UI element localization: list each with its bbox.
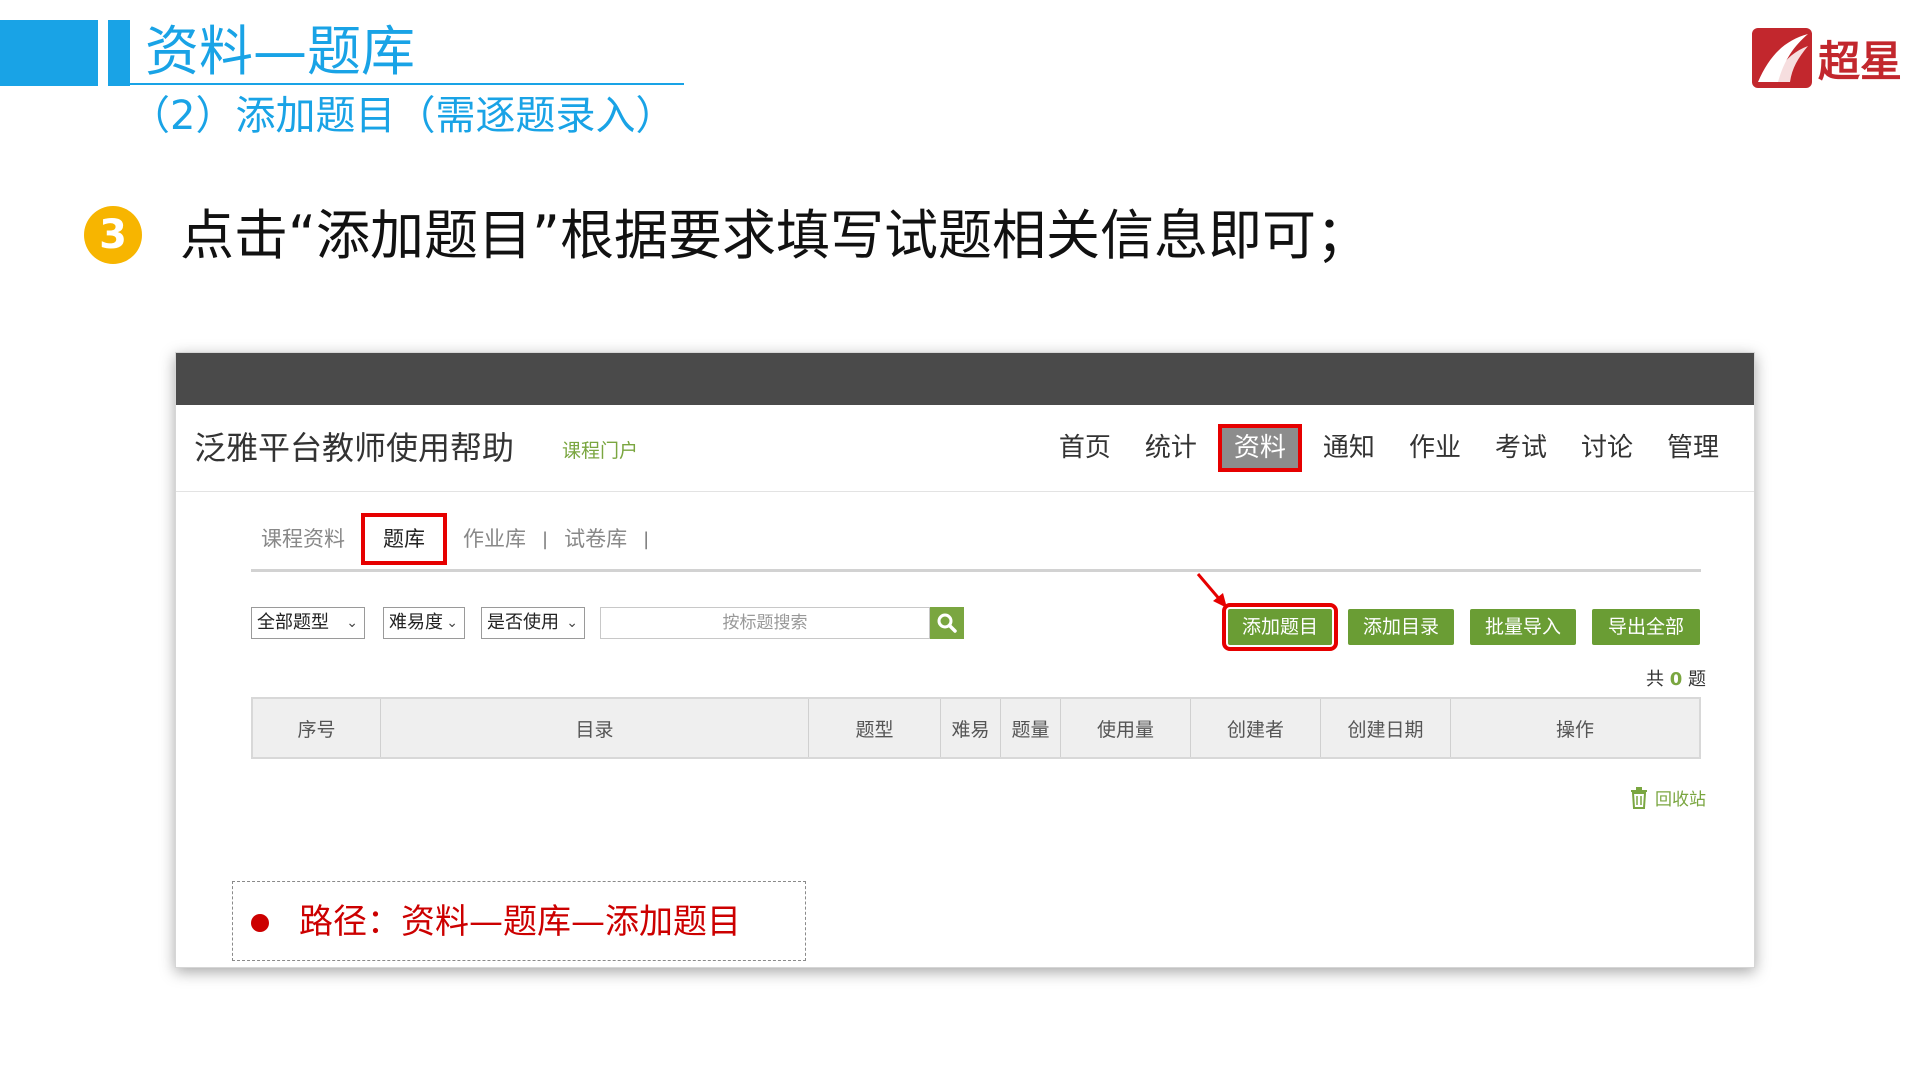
portal-link[interactable]: 课程门户: [562, 439, 638, 463]
chevron-down-icon: ⌄: [446, 615, 458, 631]
col-quantity: 题量: [1001, 699, 1061, 757]
subtab-divider: [251, 569, 1701, 572]
nav-home[interactable]: 首页: [1042, 428, 1128, 468]
pointer-arrow-icon: [1196, 573, 1227, 608]
tab-separator: |: [643, 528, 650, 550]
tab-paper-bank[interactable]: 试卷库: [554, 519, 637, 559]
nav-discussion[interactable]: 讨论: [1564, 428, 1650, 468]
col-difficulty: 难易: [941, 699, 1001, 757]
nav-divider: [176, 491, 1754, 492]
col-actions: 操作: [1555, 718, 1594, 741]
export-all-button[interactable]: 导出全部: [1592, 609, 1700, 645]
top-navigation: 首页 统计 资料 通知 作业 考试 讨论 管理: [1042, 423, 1736, 473]
nav-exam[interactable]: 考试: [1478, 428, 1564, 468]
app-top-bar: [176, 353, 1754, 405]
trash-icon: [1631, 786, 1647, 809]
col-index: 序号: [253, 699, 381, 757]
step-instruction: 点击“添加题目”根据要求填写试题相关信息即可；: [180, 204, 1370, 267]
nav-manage[interactable]: 管理: [1650, 428, 1736, 468]
sub-tabs: 课程资料 题库 作业库 | 试卷库 |: [251, 513, 655, 565]
path-note-box: 路径：资料—题库—添加题目: [232, 881, 806, 961]
tab-question-bank[interactable]: 题库: [361, 513, 447, 565]
question-type-value: 全部题型: [257, 612, 329, 633]
batch-import-button[interactable]: 批量导入: [1470, 609, 1576, 645]
difficulty-select[interactable]: 难易度 ⌄: [383, 607, 465, 639]
col-type: 题型: [809, 699, 941, 757]
search-button[interactable]: [930, 607, 964, 639]
nav-homework[interactable]: 作业: [1392, 428, 1478, 468]
nav-stats[interactable]: 统计: [1128, 428, 1214, 468]
recycle-bin-link[interactable]: 回收站: [1629, 785, 1706, 810]
recycle-bin-label: 回收站: [1655, 790, 1706, 810]
site-title: 泛雅平台教师使用帮助: [194, 429, 515, 467]
bullet-icon: [251, 914, 269, 932]
brand-logo: 超星: [1750, 24, 1910, 92]
chevron-down-icon: ⌄: [346, 615, 358, 631]
col-created-date: 创建日期: [1321, 699, 1451, 757]
tab-homework-bank[interactable]: 作业库: [453, 519, 536, 559]
slide-title: 资料—题库: [145, 20, 415, 83]
table-header: 序号 目录 题型 难易 题量 使用量 创建者 创建日期 操作: [251, 697, 1701, 759]
nav-notices[interactable]: 通知: [1306, 428, 1392, 468]
tab-course-materials[interactable]: 课程资料: [251, 519, 355, 559]
add-question-button[interactable]: 添加题目: [1222, 603, 1338, 651]
svg-text:超星: 超星: [1818, 37, 1902, 86]
used-status-select[interactable]: 是否使用 ⌄: [481, 607, 585, 639]
difficulty-value: 难易度: [389, 612, 443, 633]
search-icon: [937, 613, 957, 633]
col-directory: 目录: [381, 699, 809, 757]
chevron-down-icon: ⌄: [566, 615, 578, 631]
slide-subtitle: （2）添加题目（需逐题录入）: [130, 93, 676, 139]
add-directory-button[interactable]: 添加目录: [1348, 609, 1454, 645]
nav-materials[interactable]: 资料: [1217, 424, 1302, 472]
col-usage: 使用量: [1061, 699, 1191, 757]
question-type-select[interactable]: 全部题型 ⌄: [251, 607, 365, 639]
question-count: 共 0 题: [1646, 669, 1706, 690]
path-note: 路径：资料—题库—添加题目: [299, 902, 741, 942]
step-number-badge: 3: [84, 206, 142, 264]
app-screenshot: 泛雅平台教师使用帮助 课程门户 首页 统计 资料 通知 作业 考试 讨论 管理 …: [175, 352, 1755, 968]
used-status-value: 是否使用: [487, 612, 559, 633]
header-accent-bar-small: [108, 20, 130, 86]
tab-separator: |: [542, 528, 549, 550]
header-underline: [108, 83, 684, 85]
header-accent-bar: [0, 20, 98, 86]
col-creator: 创建者: [1191, 699, 1321, 757]
search-input[interactable]: 按标题搜索: [600, 607, 930, 639]
